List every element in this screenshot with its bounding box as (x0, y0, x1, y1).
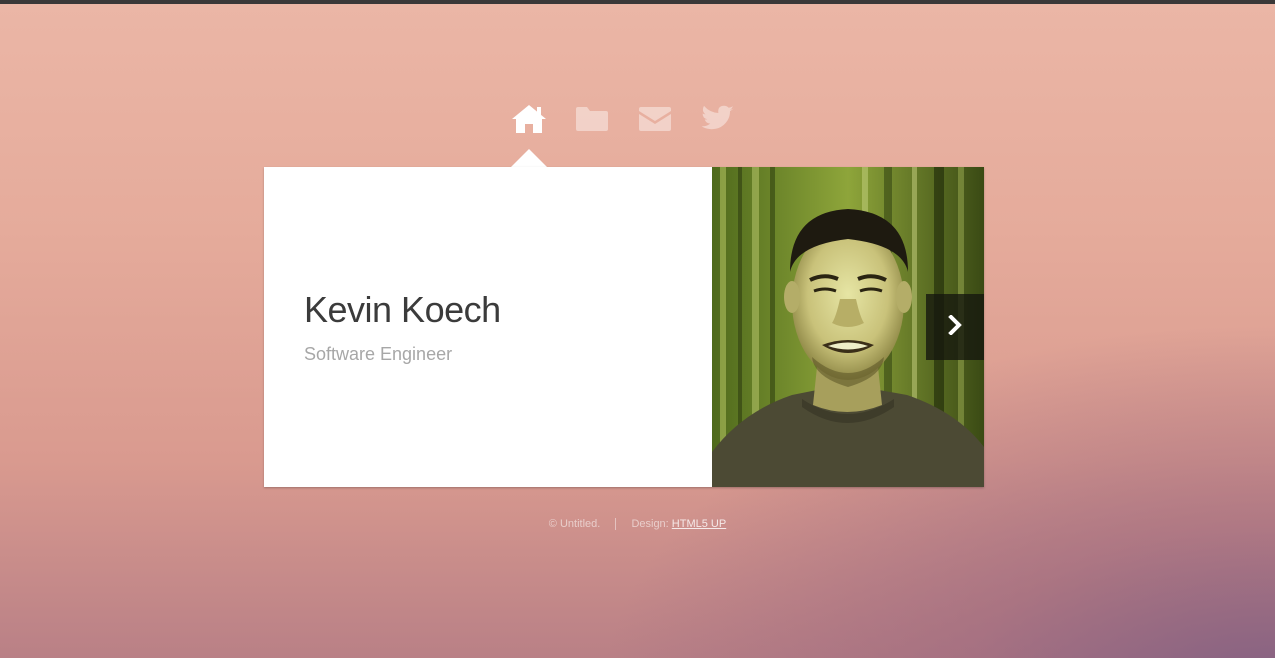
nav-contact[interactable] (635, 100, 675, 138)
profile-name: Kevin Koech (304, 289, 501, 330)
active-nav-pointer (511, 149, 547, 167)
chevron-right-icon (948, 313, 962, 340)
twitter-icon (701, 105, 735, 133)
nav-twitter[interactable] (698, 100, 738, 138)
next-button[interactable] (926, 294, 984, 360)
profile-card: Kevin Koech Software Engineer (264, 167, 984, 487)
footer: © Untitled. Design: HTML5 UP (0, 518, 1275, 531)
footer-divider (615, 518, 617, 531)
nav-portfolio[interactable] (572, 100, 612, 138)
profile-intro: Kevin Koech Software Engineer (264, 167, 712, 487)
envelope-icon (638, 106, 672, 132)
main-nav (0, 100, 1275, 140)
design-credit-label: Design: (631, 518, 669, 530)
home-icon (510, 104, 548, 134)
nav-home[interactable] (509, 100, 549, 138)
folder-icon (575, 106, 609, 132)
top-bar (0, 0, 1275, 4)
copyright-text: © Untitled. (548, 518, 601, 530)
profile-title: Software Engineer (304, 344, 453, 364)
design-credit-link[interactable]: HTML5 UP (672, 518, 726, 530)
